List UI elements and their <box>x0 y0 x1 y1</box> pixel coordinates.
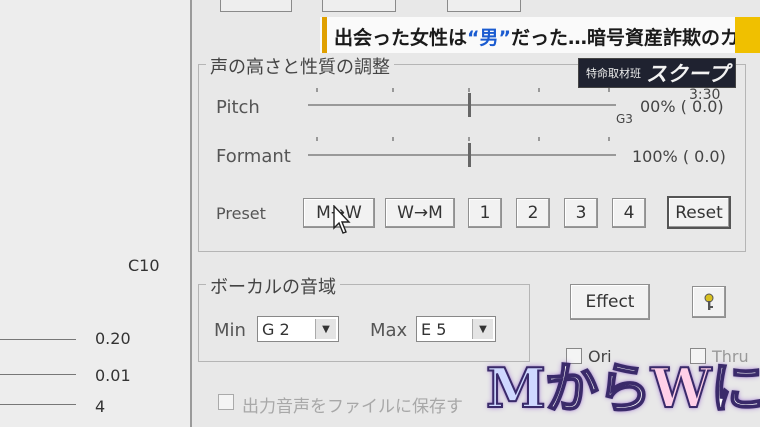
headline-part: 出会った女性は <box>334 27 468 49</box>
slider-tick <box>608 137 610 141</box>
pitch-slider-thumb[interactable] <box>468 93 471 117</box>
caption-m-to-w: MからWに <box>485 344 760 423</box>
chevron-down-icon[interactable]: ▼ <box>315 319 336 339</box>
voice-group-title: 声の高さと性質の調整 <box>206 53 394 79</box>
help-button[interactable] <box>692 286 726 318</box>
left-pane-line <box>0 374 76 375</box>
pitch-slider[interactable] <box>308 88 616 124</box>
preset-w-to-m-button[interactable]: W→M <box>385 198 455 228</box>
formant-value: 100% ( 0.0) <box>632 147 726 166</box>
formant-slider-thumb[interactable] <box>468 143 471 167</box>
left-pane-value: 0.01 <box>95 366 131 385</box>
slider-track <box>308 154 616 156</box>
program-badge-small: 特命取材班 <box>586 67 641 80</box>
preset-1-button[interactable]: 1 <box>468 198 502 228</box>
slider-tick <box>608 88 610 92</box>
news-headline: 出会った女性は“男”だった…暗号資産詐欺のカラクリ <box>334 23 760 50</box>
left-pane-line <box>0 339 76 340</box>
top-button[interactable] <box>220 0 292 12</box>
caption-tail: に <box>709 355 760 421</box>
min-label: Min <box>214 320 246 341</box>
slider-tick <box>392 88 394 92</box>
save-output-label: 出力音声をファイルに保存す <box>242 397 463 417</box>
preset-4-button[interactable]: 4 <box>612 198 646 228</box>
preset-3-button[interactable]: 3 <box>564 198 598 228</box>
left-pane-line <box>0 404 76 405</box>
pitch-note: G3 <box>616 112 633 126</box>
left-pane-label: C10 <box>128 256 160 275</box>
top-button[interactable] <box>447 0 521 12</box>
key-icon <box>704 293 714 310</box>
vocal-range-title: ボーカルの音域 <box>206 273 340 299</box>
preset-label: Preset <box>216 204 266 223</box>
caption-mid: から <box>544 355 653 421</box>
mouse-cursor-icon <box>333 205 351 234</box>
slider-tick <box>392 137 394 141</box>
headline-accent-stripe <box>322 17 327 53</box>
left-pane-value: 0.20 <box>95 329 131 348</box>
slider-tick <box>468 137 470 141</box>
min-select[interactable]: G 2 ▼ <box>257 316 339 342</box>
top-button[interactable] <box>322 0 396 12</box>
caption-m: M <box>485 355 547 421</box>
headline-highlight: “男” <box>467 27 511 49</box>
slider-tick <box>538 137 540 141</box>
min-select-value: G 2 <box>262 320 290 339</box>
left-pane-value: 4 <box>95 397 106 416</box>
slider-track <box>308 104 616 106</box>
slider-tick <box>468 88 470 92</box>
save-output-checkbox[interactable] <box>218 394 234 410</box>
headline-tail <box>735 17 760 53</box>
program-badge-title: スクープ <box>646 61 729 86</box>
slider-tick <box>538 88 540 92</box>
left-pane <box>0 0 190 427</box>
preset-2-button[interactable]: 2 <box>516 198 550 228</box>
slider-tick <box>316 137 318 141</box>
time-display: 3:30 <box>689 87 721 103</box>
max-select[interactable]: E 5 ▼ <box>416 316 496 342</box>
headline-part: だった…暗号資産詐欺のカラクリ <box>511 27 760 49</box>
max-select-value: E 5 <box>421 320 447 339</box>
max-label: Max <box>370 320 408 341</box>
caption-w: W <box>650 355 713 421</box>
chevron-down-icon[interactable]: ▼ <box>472 319 493 339</box>
reset-button[interactable]: Reset <box>667 196 731 229</box>
effect-button[interactable]: Effect <box>570 284 650 320</box>
formant-label: Formant <box>216 146 291 167</box>
slider-tick <box>316 88 318 92</box>
pitch-label: Pitch <box>216 97 260 118</box>
formant-slider[interactable] <box>308 137 616 173</box>
